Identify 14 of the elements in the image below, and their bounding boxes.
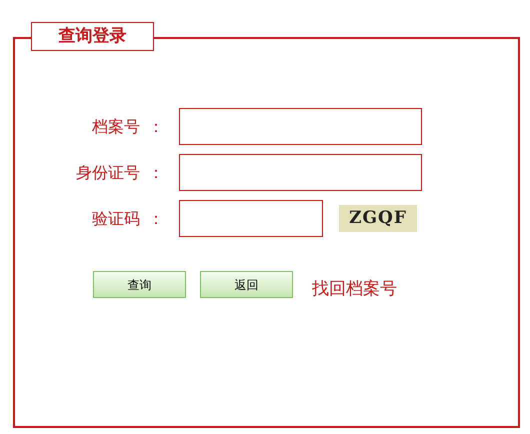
input-field[interactable] <box>179 200 323 237</box>
field-label: 验证码 <box>91 208 140 230</box>
form-button[interactable]: 查询 <box>93 271 186 298</box>
recover-link[interactable]: 找回档案号 <box>312 277 397 302</box>
colon: ： <box>147 162 165 184</box>
field-label: 身份证号 <box>75 162 140 184</box>
captcha-image: ZGQF <box>339 205 417 232</box>
colon: ： <box>147 208 165 230</box>
field-label: 档案号 <box>91 116 140 138</box>
colon: ： <box>147 116 165 138</box>
form-button[interactable]: 返回 <box>200 271 293 298</box>
input-field[interactable] <box>179 108 422 145</box>
panel-title: 查询登录 <box>31 22 154 51</box>
input-field[interactable] <box>179 154 422 191</box>
